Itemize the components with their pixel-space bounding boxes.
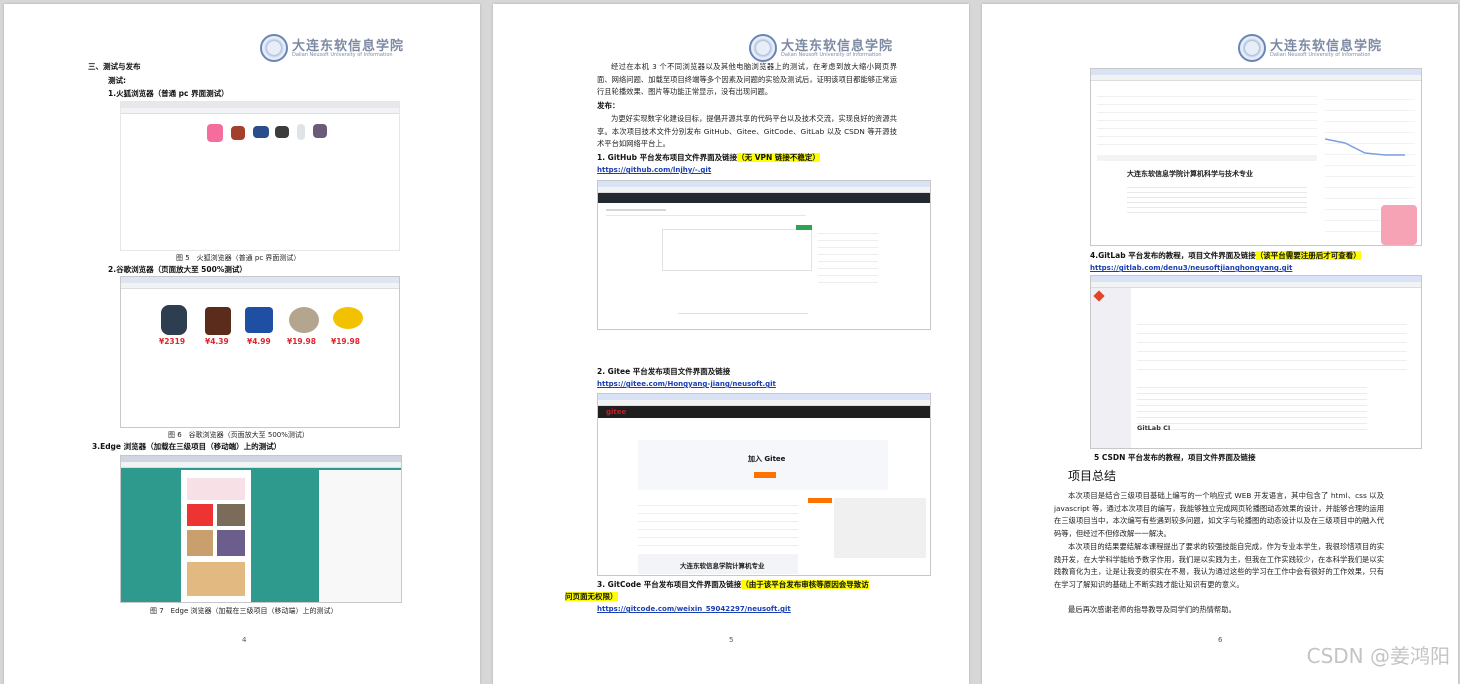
edge-heading: 3.Edge 浏览器（加载在三级项目（移动端）上的测试） [92,442,282,451]
gitcode-note: （由于该平台发布审核等原因会导致访 [741,580,869,589]
gitcode-note-cont: 问页面无权限） [565,592,618,601]
publish-paragraph: 为更好实现数字化建设目标，提倡开源共享的代码平台以及技术交流，实现良好的资源共享… [597,114,897,148]
summary-paragraph-1: 本次项目是结合三级项目基础上编写的一个响应式 WEB 开发语言，其中包含了 ht… [1054,491,1384,538]
gitcode-heading: 3. GitCode 平台发布项目文件界面及链接 [597,580,742,589]
csdn-watermark: CSDN @姜鸿阳 [1306,644,1450,668]
mobile-preview [181,470,251,602]
github-note: （无 VPN 链接不稳定） [737,153,820,162]
activity-graph [1325,138,1405,156]
university-logo: 大连东软信息学院 Dalian Neusoft University of In… [260,34,420,64]
price-label: ¥4.99 [247,337,271,346]
firefox-screenshot [120,101,400,251]
university-seal-icon [260,34,288,62]
university-seal-icon [1238,34,1266,62]
gitee-link[interactable]: https://gitee.com/Hongyang-jiang/neusoft… [597,378,776,390]
document-page-6: 大连东软信息学院 Dalian Neusoft University of In… [982,4,1458,684]
university-seal-icon [749,34,777,62]
gitee-logo-icon: gitee [606,408,627,416]
price-label: ¥19.98 [287,337,316,346]
university-logo: 大连东软信息学院 Dalian Neusoft University of In… [1238,34,1398,64]
github-link[interactable]: https://github.com/lnjhy/-.git [597,164,711,176]
document-page-5: 大连东软信息学院 Dalian Neusoft University of In… [493,4,969,684]
page-number: 4 [242,636,247,644]
gitee-banner-text: 大连东软信息学院计算机专业 [680,562,765,570]
chrome-heading: 2.谷歌浏览器（页面放大至 500%测试） [108,265,247,274]
gitlab-screenshot: GitLab CI [1090,275,1422,449]
gitlab-heading: 4.GitLab 平台发布的教程，项目文件界面及链接 [1090,251,1256,260]
summary-title: 项目总结 [1068,469,1117,483]
price-label: ¥2319 [159,337,186,346]
test-label: 测试: [108,76,126,85]
edge-mobile-screenshot [120,455,402,603]
github-screenshot [597,180,931,330]
gitlab-note: （该平台需要注册后才可查看） [1255,251,1361,260]
gitcode-link[interactable]: https://gitcode.com/weixin_59042297/neus… [597,603,791,615]
gitcode-screenshot: 大连东软信息学院计算机科学与技术专业 [1090,68,1422,246]
publish-label: 发布： [597,101,620,110]
logo-english-name: Dalian Neusoft University of Information [1270,52,1371,58]
chrome-zoom-screenshot: ¥2319 ¥4.39 ¥4.99 ¥19.98 ¥19.98 [120,276,400,428]
test-conclusion-paragraph: 经过在本机 3 个不同浏览器以及其他电脑浏览器上的测试，在考虑到放大缩小网页界面… [597,62,897,96]
logo-english-name: Dalian Neusoft University of Information [781,52,882,58]
university-logo: 大连东软信息学院 Dalian Neusoft University of In… [749,34,909,64]
page-number: 5 [729,636,734,644]
logo-english-name: Dalian Neusoft University of Information [292,52,393,58]
document-page-4: 大连东软信息学院 Dalian Neusoft University of In… [4,4,480,684]
summary-paragraph-2: 本次项目的结果要结解本课程提出了要求的较强技能自完成，作为专业本学生，我很珍惜项… [1054,542,1384,589]
github-heading: 1. GitHub 平台发布项目文件界面及链接 [597,153,738,162]
figure-5-caption: 图 5 火狐浏览器（普通 pc 界面测试） [176,254,301,262]
figure-6-caption: 图 6 谷歌浏览器（页面放大至 500%测试） [168,431,309,439]
gitlab-link[interactable]: https://gitlab.com/denu3/neusoftjianghon… [1090,262,1292,274]
figure-7-caption: 图 7 Edge 浏览器（加载在三级项目（移动端）上的测试） [150,607,338,615]
csdn-heading: 5 CSDN 平台发布的教程，项目文件界面及链接 [1094,453,1256,462]
gitee-heading: 2. Gitee 平台发布项目文件界面及链接 [597,367,731,376]
page-number: 6 [1218,636,1223,644]
repo-readme-title: 大连东软信息学院计算机科学与技术专业 [1127,170,1253,178]
price-label: ¥4.39 [205,337,229,346]
firefox-heading: 1.火狐浏览器（普通 pc 界面测试） [108,89,229,98]
summary-paragraph-3: 最后再次感谢老师的指导教导及同学们的热情帮助。 [1068,605,1236,614]
price-label: ¥19.98 [331,337,360,346]
section-heading: 三、测试与发布 [88,62,141,71]
gitee-screenshot: gitee 加入 Gitee 大连东软信息学院计算机专业 [597,393,931,576]
gitee-join-title: 加入 Gitee [748,455,786,463]
